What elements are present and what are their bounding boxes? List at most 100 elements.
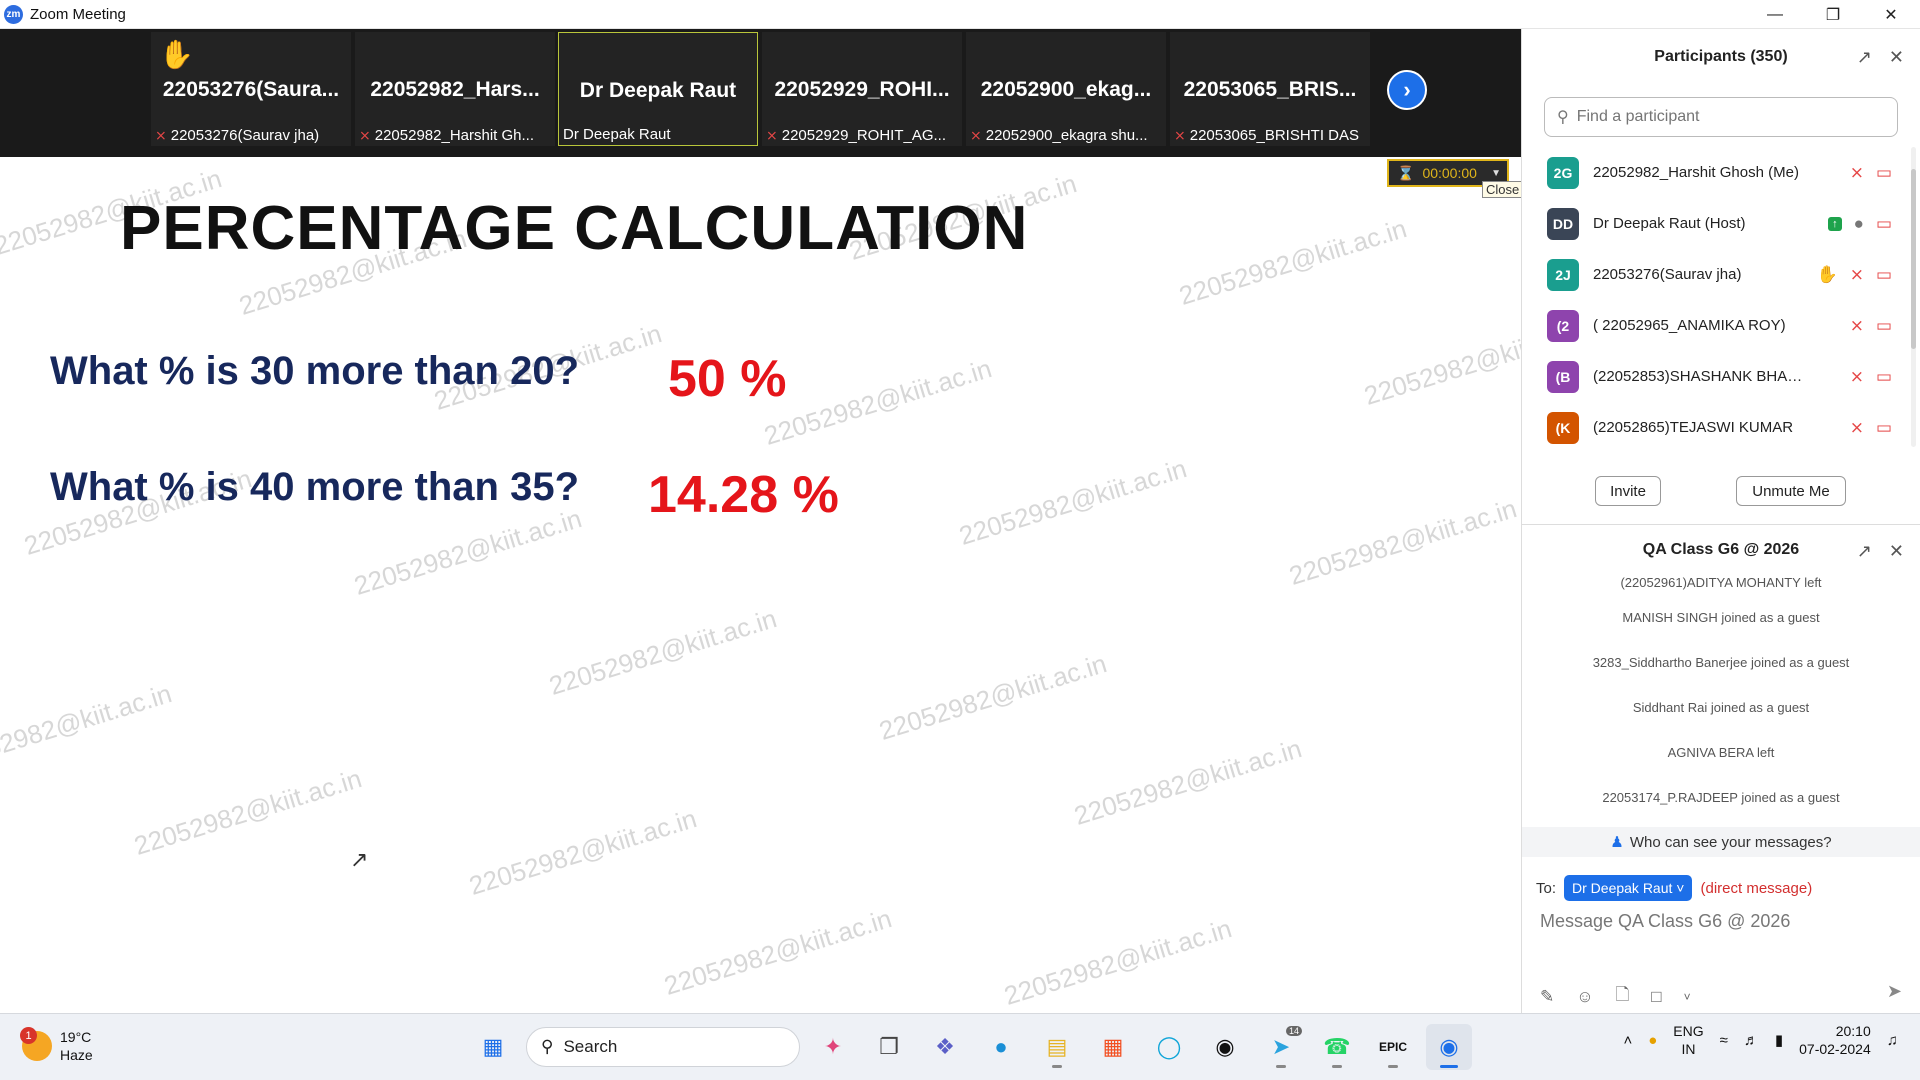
participant-row[interactable]: (K (22052865)TEJASWI KUMAR ⨯ ▭ bbox=[1522, 402, 1920, 447]
participant-row[interactable]: 2J 22053276(Saurav jha) ✋ ⨯ ▭ bbox=[1522, 249, 1920, 300]
copilot-icon[interactable]: ✦ bbox=[810, 1024, 856, 1070]
participant-name: Dr Deepak Raut (Host) bbox=[1593, 215, 1746, 232]
video-tile-active[interactable]: Dr Deepak Raut Dr Deepak Raut bbox=[558, 32, 758, 146]
search-icon: ⚲ bbox=[541, 1037, 554, 1056]
timer-dropdown-icon[interactable]: ▼ bbox=[1491, 168, 1501, 179]
github-icon[interactable]: ◉ bbox=[1202, 1024, 1248, 1070]
hourglass-icon: ⌛ bbox=[1397, 164, 1415, 181]
weather-icon: 1 bbox=[20, 1027, 52, 1061]
tile-name: 22053276(Saura... bbox=[162, 78, 340, 101]
mic-muted-icon[interactable]: ⨯ bbox=[1850, 367, 1864, 387]
video-tile[interactable]: 22053065_BRIS... ⨯ 22053065_BRISHTI DAS bbox=[1170, 32, 1370, 146]
popout-icon[interactable]: ↗ bbox=[1857, 541, 1872, 562]
video-off-icon[interactable]: ▭ bbox=[1876, 316, 1892, 336]
participant-row[interactable]: (B (22052853)SHASHANK BHARAT... ⨯ ▭ bbox=[1522, 351, 1920, 402]
avatar: 2J bbox=[1547, 258, 1579, 291]
window-title: Zoom Meeting bbox=[30, 5, 126, 23]
raised-hand-icon: ✋ bbox=[159, 39, 194, 70]
avatar: (2 bbox=[1547, 309, 1579, 342]
tile-label: ⨯ 22052929_ROHIT_AG... bbox=[766, 127, 946, 144]
video-tile[interactable]: ✋ 22053276(Saura... ⨯ 22053276(Saurav jha… bbox=[151, 32, 351, 146]
minimize-button[interactable]: — bbox=[1746, 0, 1804, 29]
emoji-icon[interactable]: ☺ bbox=[1576, 987, 1593, 1007]
recipient-row: To: Dr Deepak Raut ˅ (direct message) bbox=[1536, 875, 1812, 901]
video-tile[interactable]: 22052982_Hars... ⨯ 22052982_Harshit Gh... bbox=[355, 32, 555, 146]
watermark: 22052982@kiit.ac.in bbox=[1360, 313, 1521, 411]
chevron-down-icon[interactable]: ˅ bbox=[1684, 990, 1691, 1004]
participant-row[interactable]: DD Dr Deepak Raut (Host) ↑ ● ▭ bbox=[1522, 198, 1920, 249]
file-icon[interactable]: 🗋 bbox=[1616, 982, 1630, 1011]
participant-name: (22052853)SHASHANK BHARAT... bbox=[1593, 368, 1808, 385]
participant-search-input[interactable] bbox=[1576, 108, 1877, 126]
answer-1: 50 % bbox=[668, 350, 787, 408]
clock[interactable]: 20:10 07-02-2024 bbox=[1799, 1022, 1871, 1058]
close-panel-icon[interactable]: ✕ bbox=[1889, 47, 1904, 68]
weather-desc: Haze bbox=[60, 1047, 93, 1063]
zoom-app-icon[interactable]: ◉ bbox=[1426, 1024, 1472, 1070]
participant-row[interactable]: 2G 22052982_Harshit Ghosh (Me) ⨯ ▭ bbox=[1522, 147, 1920, 198]
participant-search[interactable]: ⚲ bbox=[1544, 97, 1898, 137]
microsoft-store-icon[interactable]: ▦ bbox=[1090, 1024, 1136, 1070]
watermark: 22052982@kiit.ac.in bbox=[350, 503, 586, 601]
next-page-chevron-icon[interactable]: › bbox=[1387, 70, 1427, 110]
system-message: (22052961)ADITYA MOHANTY left bbox=[1620, 575, 1822, 590]
invite-button[interactable]: Invite bbox=[1595, 476, 1661, 506]
avatar: (B bbox=[1547, 360, 1579, 393]
avatar: 2G bbox=[1547, 156, 1579, 189]
send-icon[interactable]: ➤ bbox=[1887, 981, 1902, 1002]
unmute-me-button[interactable]: Unmute Me bbox=[1736, 476, 1846, 506]
close-window-button[interactable]: ✕ bbox=[1862, 0, 1920, 29]
system-message: Siddhant Rai joined as a guest bbox=[1632, 700, 1810, 715]
tile-label: ⨯ 22053065_BRISHTI DAS bbox=[1174, 127, 1359, 144]
mic-icon[interactable]: ● bbox=[1854, 214, 1864, 234]
file-explorer-icon[interactable]: ▤ bbox=[1034, 1024, 1080, 1070]
popout-icon[interactable]: ↗ bbox=[1857, 47, 1872, 68]
sharing-screen-icon: ↑ bbox=[1828, 216, 1842, 231]
mic-off-icon: ⨯ bbox=[766, 127, 778, 143]
telegram-icon[interactable]: ➤ 14 bbox=[1258, 1024, 1304, 1070]
notification-bell-icon[interactable]: ♫ bbox=[1887, 1032, 1898, 1049]
format-text-icon[interactable]: ✎ bbox=[1540, 987, 1554, 1007]
task-view-icon[interactable]: ❐ bbox=[866, 1024, 912, 1070]
restore-button[interactable]: ❐ bbox=[1804, 0, 1862, 29]
close-panel-icon[interactable]: ✕ bbox=[1889, 541, 1904, 562]
whatsapp-icon[interactable]: ☎ bbox=[1314, 1024, 1360, 1070]
wifi-icon[interactable]: ≈ bbox=[1720, 1032, 1728, 1049]
mic-muted-icon[interactable]: ⨯ bbox=[1850, 265, 1864, 285]
teams-icon[interactable]: ❖ bbox=[922, 1024, 968, 1070]
video-tile[interactable]: 22052929_ROHI... ⨯ 22052929_ROHIT_AG... bbox=[762, 32, 962, 146]
who-can-see-link[interactable]: ♟ Who can see your messages? bbox=[1522, 827, 1920, 857]
video-off-icon[interactable]: ▭ bbox=[1876, 214, 1892, 234]
video-tile[interactable]: 22052900_ekag... ⨯ 22052900_ekagra shu... bbox=[966, 32, 1166, 146]
participant-list: 2G 22052982_Harshit Ghosh (Me) ⨯ ▭ DD Dr … bbox=[1522, 147, 1920, 447]
chat-message-input[interactable] bbox=[1540, 911, 1900, 932]
cortana-icon[interactable]: ◯ bbox=[1146, 1024, 1192, 1070]
taskbar-search[interactable]: ⚲ Search bbox=[526, 1027, 800, 1067]
tile-name: 22052900_ekag... bbox=[980, 78, 1152, 101]
chevron-up-icon[interactable]: ˄ bbox=[1623, 1032, 1632, 1049]
question-2: What % is 40 more than 35? bbox=[50, 465, 580, 509]
participant-row[interactable]: (2 ( 22052965_ANAMIKA ROY) ⨯ ▭ bbox=[1522, 300, 1920, 351]
mic-muted-icon[interactable]: ⨯ bbox=[1850, 163, 1864, 183]
microphone-icon[interactable]: ● bbox=[1648, 1032, 1657, 1049]
mic-off-icon: ⨯ bbox=[1174, 127, 1186, 143]
battery-icon[interactable]: ▮ bbox=[1775, 1031, 1783, 1049]
avatar: (K bbox=[1547, 411, 1579, 444]
system-message: MANISH SINGH joined as a guest bbox=[1622, 610, 1820, 625]
video-off-icon[interactable]: ▭ bbox=[1876, 265, 1892, 285]
mic-muted-icon[interactable]: ⨯ bbox=[1850, 418, 1864, 438]
participant-scroll-thumb[interactable] bbox=[1911, 169, 1916, 349]
mic-off-icon: ⨯ bbox=[155, 127, 167, 143]
weather-widget[interactable]: 1 19°C Haze bbox=[20, 1027, 93, 1064]
video-off-icon[interactable]: ▭ bbox=[1876, 418, 1892, 438]
recipient-select[interactable]: Dr Deepak Raut ˅ bbox=[1564, 875, 1693, 901]
video-off-icon[interactable]: ▭ bbox=[1876, 163, 1892, 183]
mic-muted-icon[interactable]: ⨯ bbox=[1850, 316, 1864, 336]
screenshot-icon[interactable]: □ bbox=[1651, 987, 1661, 1007]
edge-browser-icon[interactable]: ● bbox=[978, 1024, 1024, 1070]
volume-icon[interactable]: ♬ bbox=[1744, 1032, 1759, 1049]
language-indicator[interactable]: ENG IN bbox=[1673, 1022, 1703, 1058]
video-off-icon[interactable]: ▭ bbox=[1876, 367, 1892, 387]
windows-start-icon[interactable]: ▦ bbox=[470, 1024, 516, 1070]
epic-games-icon[interactable]: EPIC bbox=[1370, 1024, 1416, 1070]
